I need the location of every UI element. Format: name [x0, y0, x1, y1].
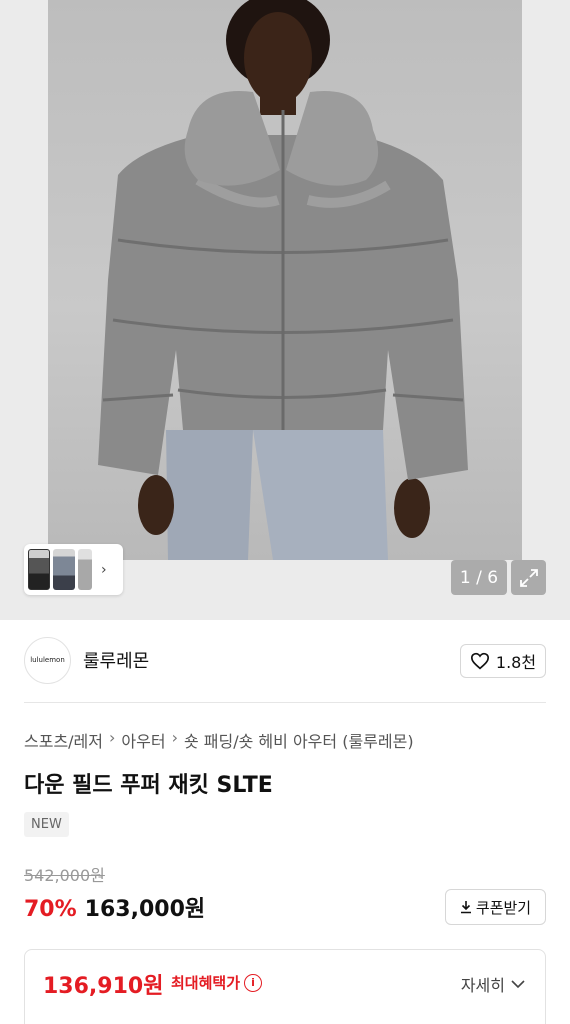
new-badge: NEW — [24, 812, 69, 837]
divider — [24, 702, 546, 703]
image-counter: 1 / 6 — [451, 560, 507, 595]
like-button[interactable]: 1.8천 — [460, 644, 546, 678]
price-row: 70% 163,000원 — [24, 891, 205, 923]
model-jacket-illustration — [98, 0, 468, 560]
product-title: 다운 필드 푸퍼 재킷 SLTE — [24, 773, 273, 798]
chevron-down-icon — [511, 979, 525, 988]
product-image-gallery[interactable]: › 1 / 6 — [0, 0, 570, 620]
detail-label: 자세히 — [460, 976, 505, 995]
brand-name[interactable]: 룰루레몬 — [83, 647, 149, 673]
expand-icon[interactable] — [511, 560, 546, 595]
breadcrumb: 스포츠/레저 › 아우터 › 숏 패딩/숏 헤비 아우터 (룰루레몬) — [24, 728, 414, 752]
sale-price: 163,000원 — [84, 897, 206, 922]
thumbnail-strip[interactable]: › — [24, 544, 123, 595]
coupon-label: 쿠폰받기 — [475, 898, 532, 917]
thumbnail-2[interactable] — [53, 549, 75, 590]
thumbnail-3[interactable] — [78, 549, 92, 590]
max-benefit-label-text: 최대혜택가 — [171, 974, 241, 992]
discount-rate: 70% — [24, 897, 77, 922]
thumbnail-1[interactable] — [28, 549, 50, 590]
max-benefit-box[interactable]: 136,910원 최대혜택가 i 자세히 — [24, 949, 546, 1024]
brand-logo[interactable]: lululemon — [24, 636, 71, 684]
breadcrumb-item-1[interactable]: 스포츠/레저 — [24, 728, 103, 752]
product-image[interactable] — [48, 0, 522, 560]
download-icon — [460, 901, 471, 914]
breadcrumb-item-2[interactable]: 아우터 — [121, 728, 165, 752]
detail-button[interactable]: 자세히 — [461, 972, 525, 996]
heart-icon — [470, 652, 489, 670]
breadcrumb-item-3[interactable]: 숏 패딩/숏 헤비 아우터 (룰루레몬) — [184, 728, 414, 752]
info-icon[interactable]: i — [244, 973, 263, 992]
chevron-right-icon: › — [109, 728, 116, 747]
brand-logo-text: lululemon — [30, 656, 65, 664]
max-benefit-label: 최대혜택가 i — [171, 972, 263, 993]
brand-row[interactable]: lululemon 룰루레몬 1.8천 — [24, 636, 546, 684]
original-price: 542,000원 — [24, 866, 105, 885]
like-count: 1.8천 — [495, 653, 537, 672]
chevron-right-icon: › — [171, 728, 178, 747]
max-benefit-price: 136,910원 — [43, 974, 164, 999]
coupon-button[interactable]: 쿠폰받기 — [445, 889, 546, 925]
chevron-right-icon[interactable]: › — [101, 562, 107, 578]
